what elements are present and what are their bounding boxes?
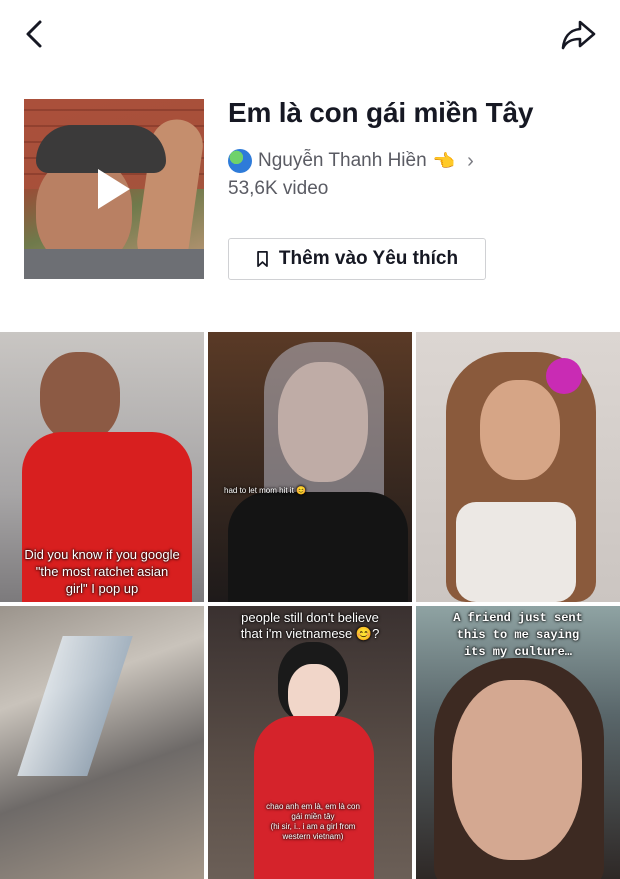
video-thumbnail-2[interactable]: had to let mom hit it 😊 [208,332,412,602]
share-arrow-icon [561,20,596,50]
sound-cover-thumbnail[interactable] [24,99,204,279]
video-thumbnail-3[interactable] [416,332,620,602]
globe-emoji-icon [228,149,252,173]
chevron-right-icon: › [467,149,474,172]
sound-header: Em là con gái miền Tây Nguyễn Thanh Hiền… [0,95,620,295]
back-button[interactable] [18,14,54,54]
add-to-favorites-label: Thêm vào Yêu thích [278,248,459,269]
video-caption-5b: chao anh em là, em là con gái miền tây (… [266,802,360,841]
video-grid: Did you know if you google "the most rat… [0,332,620,879]
chevron-left-icon [26,20,42,48]
video-thumbnail-5[interactable]: people still don't believe that i'm viet… [208,606,412,879]
author-name: Nguyễn Thanh Hiền [258,150,427,171]
video-thumbnail-6[interactable]: A friend just sent this to me saying its… [416,606,620,879]
video-caption-1: Did you know if you google "the most rat… [24,547,180,596]
top-bar [0,0,620,70]
video-thumbnail-1[interactable]: Did you know if you google "the most rat… [0,332,204,602]
add-to-favorites-button[interactable]: Thêm vào Yêu thích [228,238,486,280]
video-caption-5: people still don't believe that i'm viet… [240,610,380,641]
video-count: 53,6K video [228,178,329,199]
share-button[interactable] [558,14,598,54]
video-caption-6: A friend just sent this to me saying its… [453,611,583,659]
author-link[interactable]: Nguyễn Thanh Hiền 👈 › [228,147,474,175]
sound-title: Em là con gái miền Tây [228,97,534,128]
bookmark-icon [257,251,268,267]
video-caption-2: had to let mom hit it 😊 [224,486,306,495]
play-icon[interactable] [98,169,130,209]
pointing-hand-emoji: 👈 [432,150,456,171]
video-thumbnail-4[interactable] [0,606,204,879]
